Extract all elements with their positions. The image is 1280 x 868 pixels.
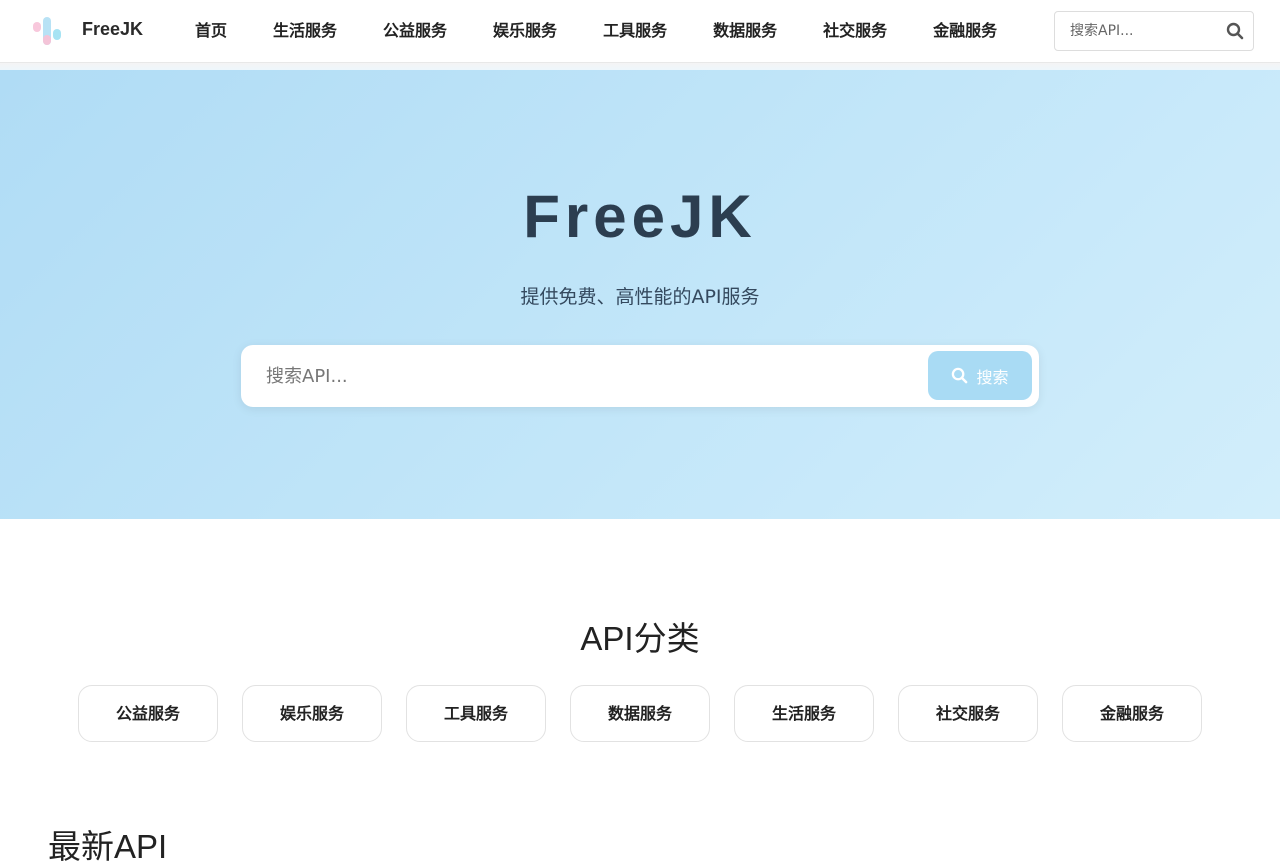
category-public[interactable]: 公益服务 <box>78 685 218 742</box>
main-nav: 首页 生活服务 公益服务 娱乐服务 工具服务 数据服务 社交服务 金融服务 <box>172 0 1020 63</box>
category-data[interactable]: 数据服务 <box>570 685 710 742</box>
hero-title: FreeJK <box>523 183 757 250</box>
nav-item-finance[interactable]: 金融服务 <box>910 0 1020 63</box>
category-entertainment[interactable]: 娱乐服务 <box>242 685 382 742</box>
header-search-box <box>1054 11 1254 51</box>
nav-item-home[interactable]: 首页 <box>172 0 250 63</box>
category-finance[interactable]: 金融服务 <box>1062 685 1202 742</box>
category-social[interactable]: 社交服务 <box>898 685 1038 742</box>
category-life[interactable]: 生活服务 <box>734 685 874 742</box>
hero-search-button-label: 搜索 <box>976 369 1009 387</box>
nav-item-social[interactable]: 社交服务 <box>800 0 910 63</box>
category-tools[interactable]: 工具服务 <box>406 685 546 742</box>
hero-search-box: 搜索 <box>241 345 1039 407</box>
hero-search-button[interactable]: 搜索 <box>928 351 1032 400</box>
logo-icon[interactable] <box>32 15 62 47</box>
nav-item-entertainment[interactable]: 娱乐服务 <box>470 0 580 63</box>
search-icon[interactable] <box>1226 22 1244 40</box>
site-header: FreeJK 首页 生活服务 公益服务 娱乐服务 工具服务 数据服务 社交服务 … <box>0 0 1280 63</box>
search-icon <box>952 367 968 384</box>
nav-item-life[interactable]: 生活服务 <box>250 0 360 63</box>
header-divider <box>0 63 1280 70</box>
nav-item-tools[interactable]: 工具服务 <box>580 0 690 63</box>
brand-name[interactable]: FreeJK <box>82 19 143 40</box>
hero-banner: FreeJK 提供免费、高性能的API服务 搜索 <box>0 70 1280 519</box>
nav-item-data[interactable]: 数据服务 <box>690 0 800 63</box>
categories-title: API分类 <box>580 620 700 657</box>
hero-search-input[interactable] <box>243 347 923 405</box>
hero-subtitle: 提供免费、高性能的API服务 <box>520 286 760 308</box>
nav-item-public[interactable]: 公益服务 <box>360 0 470 63</box>
header-search-input[interactable] <box>1055 12 1223 50</box>
category-list: 公益服务 娱乐服务 工具服务 数据服务 生活服务 社交服务 金融服务 <box>78 685 1202 742</box>
latest-api-title: 最新API <box>48 828 168 865</box>
